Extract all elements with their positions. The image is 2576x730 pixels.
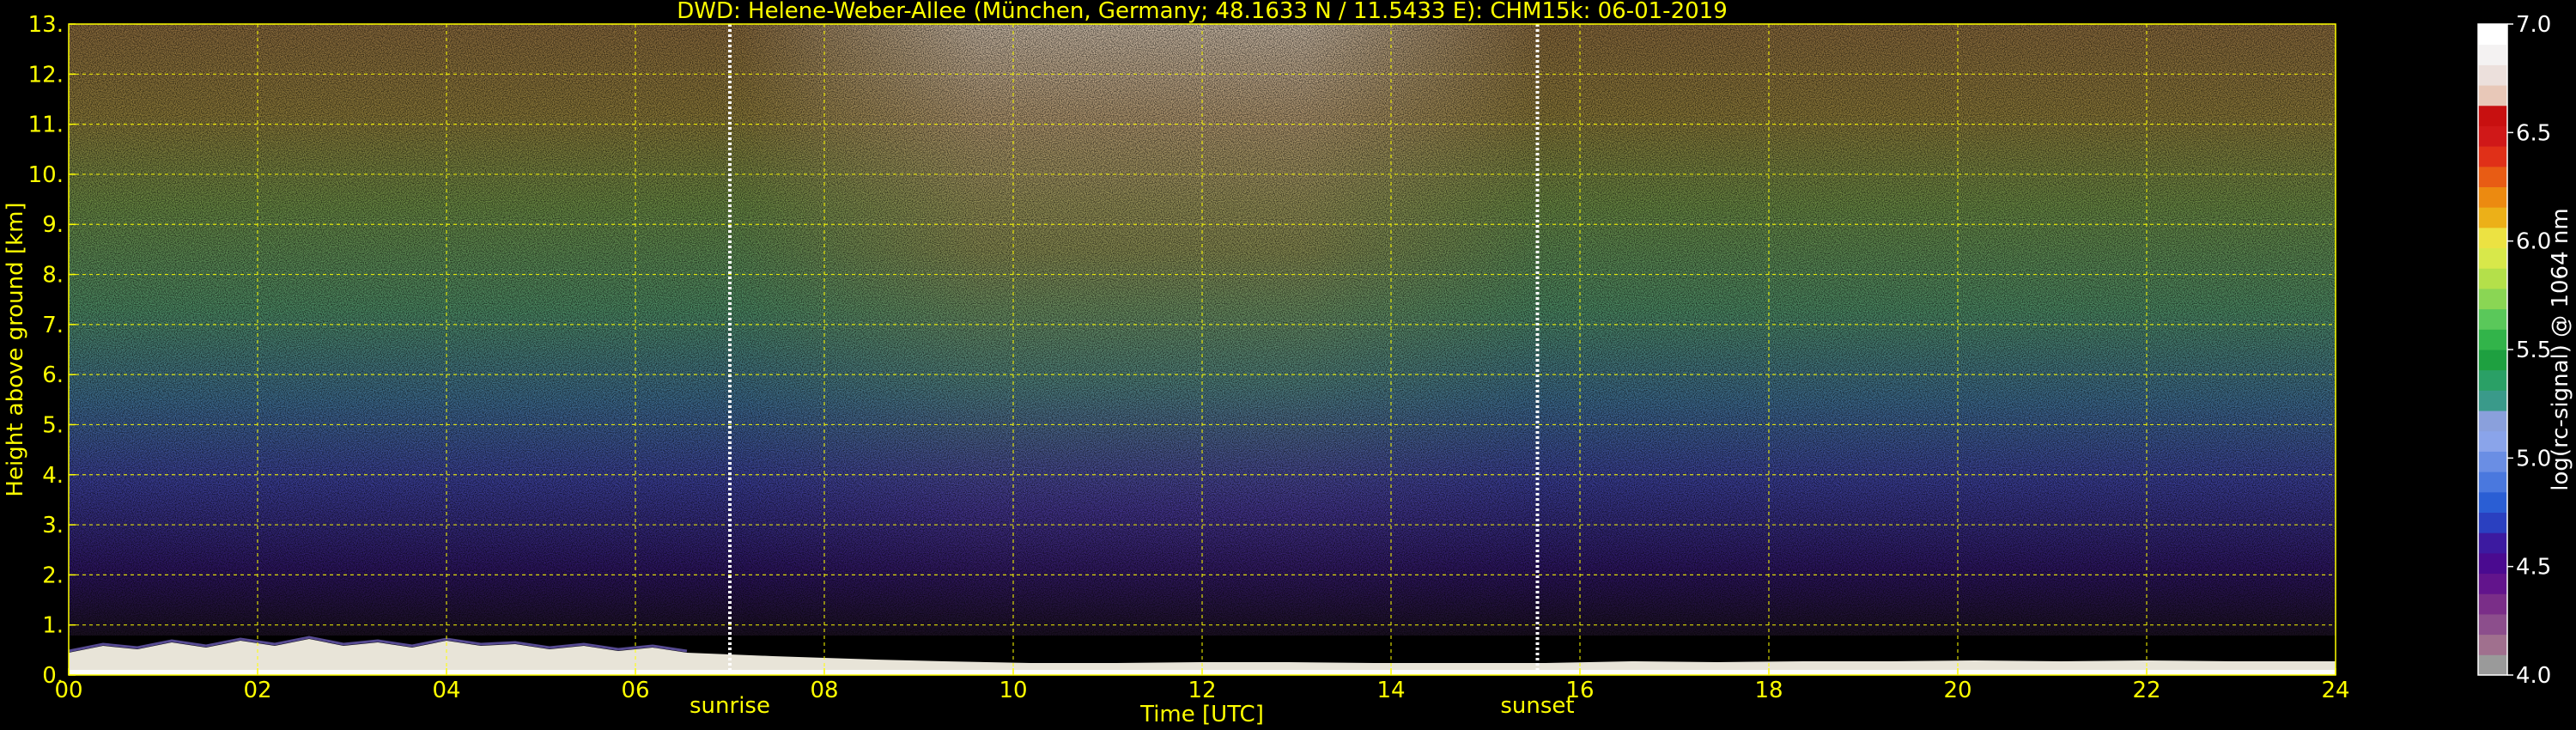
x-tick-label: 08 xyxy=(810,678,838,703)
y-tick-label: 10. xyxy=(28,162,64,188)
y-axis-label: Height above ground [km] xyxy=(3,202,28,496)
colorbar-segment xyxy=(2478,634,2507,655)
x-tick-label: 06 xyxy=(621,678,649,703)
colorbar-segment xyxy=(2478,24,2507,46)
colorbar-segment xyxy=(2478,573,2507,594)
y-tick-label: 12. xyxy=(28,62,64,88)
colorbar-tick-label: 5.0 xyxy=(2516,446,2551,471)
colorbar-segment xyxy=(2478,288,2507,310)
colorbar-segment xyxy=(2478,350,2507,371)
sunrise-label: sunrise xyxy=(690,693,770,719)
colorbar-segment xyxy=(2478,105,2507,126)
colorbar-segment xyxy=(2478,166,2507,187)
colorbar-tick-label: 4.5 xyxy=(2516,555,2551,581)
colorbar-segment xyxy=(2478,654,2507,676)
colorbar-segment xyxy=(2478,125,2507,147)
colorbar-ticks: 4.0 4.5 5.0 5.5 6.0 6.5 7.0 xyxy=(2507,12,2551,689)
colorbar-segment xyxy=(2478,430,2507,452)
x-tick-label: 20 xyxy=(1943,678,1971,703)
colorbar-label: log(rc-signal) @ 1064 nm xyxy=(2548,208,2573,490)
x-axis-label: Time [UTC] xyxy=(1139,702,1264,727)
x-tick-label: 10 xyxy=(999,678,1027,703)
colorbar xyxy=(2478,24,2507,676)
y-tick-label: 7. xyxy=(42,313,64,338)
colorbar-tick-label: 7.0 xyxy=(2516,12,2551,38)
x-tick-label: 24 xyxy=(2321,678,2349,703)
y-tick-label: 6. xyxy=(42,362,64,388)
y-tick-label: 13. xyxy=(28,12,64,38)
colorbar-segment xyxy=(2478,552,2507,575)
colorbar-segment xyxy=(2478,64,2507,86)
colorbar-segment xyxy=(2478,186,2507,208)
colorbar-segment xyxy=(2478,532,2507,554)
y-tick-label: 2. xyxy=(42,563,64,588)
colorbar-segment xyxy=(2478,44,2507,65)
x-tick-label: 18 xyxy=(1754,678,1783,703)
ceilometer-chart: 0.1.2.3.4.5.6.7.8.9.10.11.12.13. 00 02 04 0… xyxy=(3,0,2573,727)
x-tick-label: 12 xyxy=(1188,678,1216,703)
colorbar-segment xyxy=(2478,593,2507,615)
colorbar-segment xyxy=(2478,451,2507,472)
x-tick-label: 14 xyxy=(1376,678,1405,703)
colorbar-segment xyxy=(2478,227,2507,249)
colorbar-segment xyxy=(2478,491,2507,513)
y-tick-label: 8. xyxy=(42,263,64,289)
y-tick-label: 11. xyxy=(28,113,64,138)
colorbar-segment xyxy=(2478,85,2507,106)
colorbar-segment xyxy=(2478,369,2507,391)
colorbar-segment xyxy=(2478,512,2507,533)
colorbar-segment xyxy=(2478,411,2507,432)
sunset-label: sunset xyxy=(1500,693,1574,719)
y-tick-label: 1. xyxy=(42,613,64,639)
y-tick-label: 3. xyxy=(42,513,64,538)
x-tick-label: 00 xyxy=(54,678,82,703)
colorbar-segment xyxy=(2478,329,2507,350)
colorbar-segment xyxy=(2478,471,2507,493)
chart-title: DWD: Helene-Weber-Allee (München, German… xyxy=(677,0,1728,24)
y-tick-label: 9. xyxy=(42,212,64,238)
y-tick-label: 5. xyxy=(42,412,64,438)
colorbar-segment xyxy=(2478,308,2507,330)
colorbar-segment xyxy=(2478,146,2507,167)
colorbar-segment xyxy=(2478,268,2507,289)
y-tick-label: 4. xyxy=(42,463,64,489)
x-tick-label: 22 xyxy=(2132,678,2160,703)
x-tick-label: 04 xyxy=(432,678,460,703)
colorbar-segment xyxy=(2478,390,2507,411)
colorbar-segment xyxy=(2478,207,2507,228)
colorbar-segment xyxy=(2478,247,2507,269)
colorbar-tick-label: 6.5 xyxy=(2516,120,2551,146)
colorbar-segment xyxy=(2478,613,2507,636)
colorbar-tick-label: 6.0 xyxy=(2516,229,2551,255)
colorbar-tick-label: 5.5 xyxy=(2516,338,2551,363)
colorbar-tick-label: 4.0 xyxy=(2516,663,2551,689)
x-tick-label: 02 xyxy=(243,678,271,703)
